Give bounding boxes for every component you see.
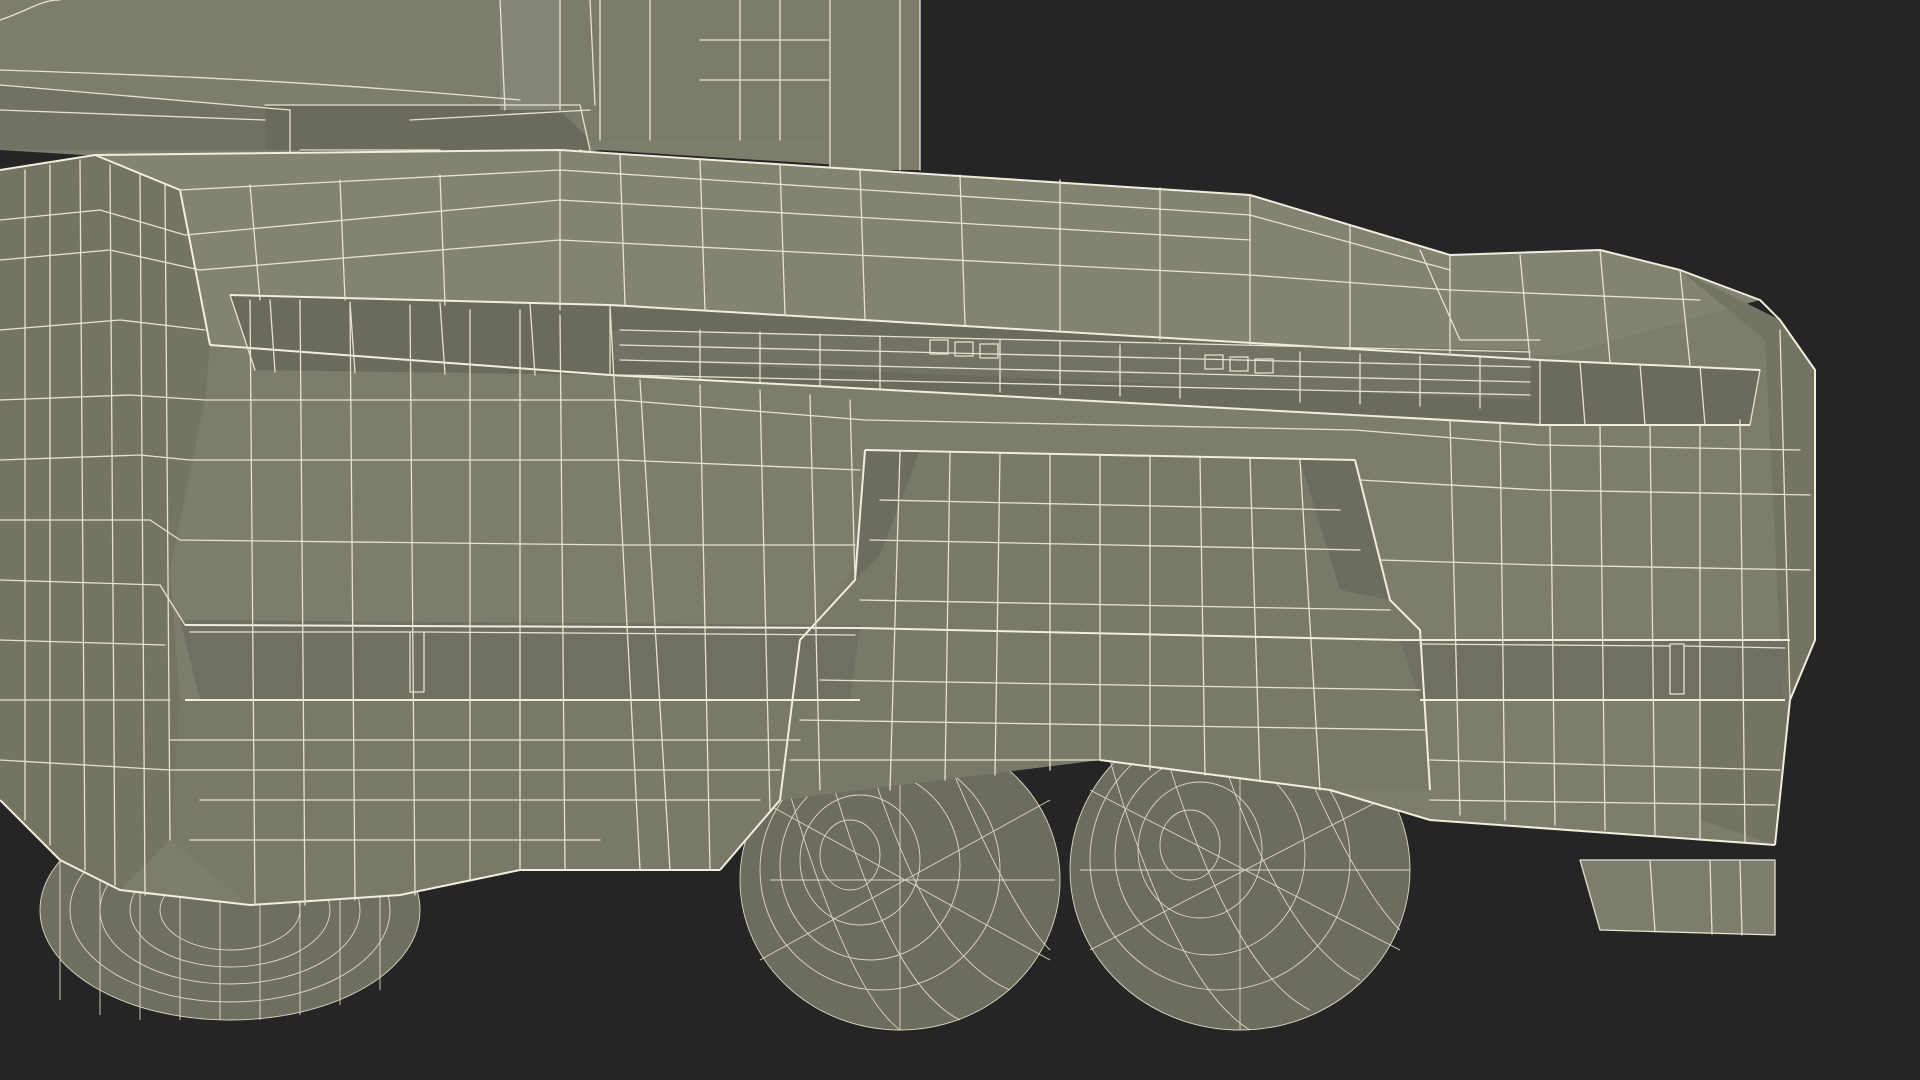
render-viewport[interactable] (0, 0, 1920, 1080)
truck-wireframe-model (0, 0, 1816, 1031)
mud-flap-right (1579, 859, 1776, 936)
